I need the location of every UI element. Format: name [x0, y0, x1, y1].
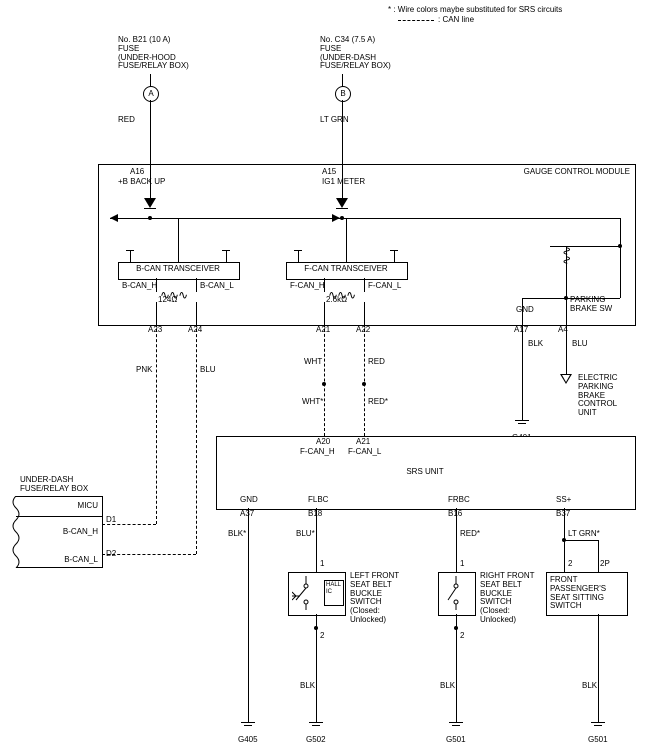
left-sw-blk: BLK: [300, 682, 315, 691]
srs-name-b16: FRBC: [448, 496, 470, 505]
wire-blu-s: BLU*: [296, 530, 315, 539]
pin-a15: A15: [322, 168, 336, 177]
fuse-a-wire: RED: [118, 116, 135, 125]
blu-can-wire: [196, 324, 197, 554]
micu: MICU: [16, 502, 98, 511]
wire-red: RED: [368, 358, 385, 367]
wire-wht: WHT: [304, 358, 322, 367]
right-sw-p2: 2: [460, 632, 464, 641]
epbcu-label: ELECTRIC PARKING BRAKE CONTROL UNIT: [578, 374, 618, 418]
srs-title: SRS UNIT: [216, 468, 634, 477]
left-sw-label: LEFT FRONT SEAT BELT BUCKLE SWITCH (Clos…: [350, 572, 399, 625]
fuse-a-label: No. B21 (10 A) FUSE (UNDER-HOOD FUSE/REL…: [118, 36, 189, 71]
wire-blk: BLK: [528, 340, 543, 349]
fuse-b-connector: B: [335, 86, 351, 102]
resistor-icon: ∿∿: [560, 246, 574, 264]
bcan-h: B-CAN_H: [122, 282, 157, 291]
right-sw-label: RIGHT FRONT SEAT BELT BUCKLE SWITCH (Clo…: [480, 572, 535, 625]
underdash-bcanh: B-CAN_H: [16, 528, 98, 537]
name-a4: PARKING BRAKE SW: [570, 296, 612, 314]
fcan-transceiver: F-CAN TRANSCEIVER: [286, 265, 406, 274]
red-can-wire: [364, 324, 365, 436]
ground-icon: [591, 722, 605, 732]
arrow-right-icon: [332, 214, 340, 222]
switch-contact-icon: [444, 576, 468, 610]
sitting-p2: 2: [568, 560, 572, 569]
g501c: G501: [588, 736, 608, 745]
srs-name-b18: FLBC: [308, 496, 328, 505]
ground-icon: [449, 722, 463, 732]
wire-blu: BLU: [200, 366, 216, 375]
name-a15: IG1 METER: [322, 178, 365, 187]
name-a17: GND: [516, 306, 534, 315]
fcan-l: F-CAN_L: [368, 282, 401, 291]
fcan-h: F-CAN_H: [290, 282, 325, 291]
arrow-left-icon: [110, 214, 118, 222]
wire-wht-s: WHT*: [302, 398, 323, 407]
fuse-b-label: No. C34 (7.5 A) FUSE (UNDER-DASH FUSE/RE…: [320, 36, 391, 71]
ground-icon: [241, 722, 255, 732]
fuse-a-connector: A: [143, 86, 159, 102]
srs-pin-a21: A21: [356, 438, 370, 447]
right-sw-blk: BLK: [440, 682, 455, 691]
wire-pnk: PNK: [136, 366, 152, 375]
name-a16: +B BACK UP: [118, 178, 165, 187]
bcan-res: 124Ω: [158, 296, 177, 305]
srs-fcanl: F-CAN_L: [348, 448, 381, 457]
legend-can-dash: [398, 20, 434, 21]
left-sw-p1: 1: [320, 560, 324, 569]
ground-icon: [309, 722, 323, 732]
g502: G502: [306, 736, 326, 745]
legend-wire-note: * : Wire colors maybe substituted for SR…: [388, 6, 648, 15]
pin-a16: A16: [130, 168, 144, 177]
wire-blu2: BLU: [572, 340, 588, 349]
pnk-can-wire: [156, 324, 157, 524]
sitting-p2p: 2P: [600, 560, 610, 569]
srs-pin-a20: A20: [316, 438, 330, 447]
left-sw-p2: 2: [320, 632, 324, 641]
sitting-blk: BLK: [582, 682, 597, 691]
gauge-title: GAUGE CONTROL MODULE: [524, 168, 630, 177]
wht-can-wire: [324, 324, 325, 436]
g405: G405: [238, 736, 258, 745]
underdash-bcanl: B-CAN_L: [16, 556, 98, 565]
fuse-b-wire: LT GRN: [320, 116, 349, 125]
srs-name-a37: GND: [240, 496, 258, 505]
diode-icon: [144, 198, 156, 208]
sitting-label: FRONT PASSENGER'S SEAT SITTING SWITCH: [550, 576, 606, 611]
switch-contact-icon: [292, 576, 322, 610]
wire-ltgrn-s: LT GRN*: [568, 530, 600, 539]
srs-fcanh: F-CAN_H: [300, 448, 335, 457]
wire-red-s2: RED*: [460, 530, 480, 539]
wiring-diagram: * : Wire colors maybe substituted for SR…: [0, 0, 658, 756]
diode-icon: [336, 198, 348, 208]
bcan-l: B-CAN_L: [200, 282, 234, 291]
underdash-title: UNDER-DASH FUSE/RELAY BOX: [20, 476, 88, 494]
bcan-transceiver: B-CAN TRANSCEIVER: [118, 265, 238, 274]
fcan-res: 2.6kΩ: [326, 296, 347, 305]
ground-icon: [515, 420, 529, 430]
srs-name-b37: SS+: [556, 496, 571, 505]
wire-red-s: RED*: [368, 398, 388, 407]
g501a: G501: [446, 736, 466, 745]
legend-can-note: : CAN line: [438, 16, 474, 25]
right-sw-p1: 1: [460, 560, 464, 569]
epbcu-connector-icon: [560, 374, 572, 384]
wire-blk-s: BLK*: [228, 530, 246, 539]
